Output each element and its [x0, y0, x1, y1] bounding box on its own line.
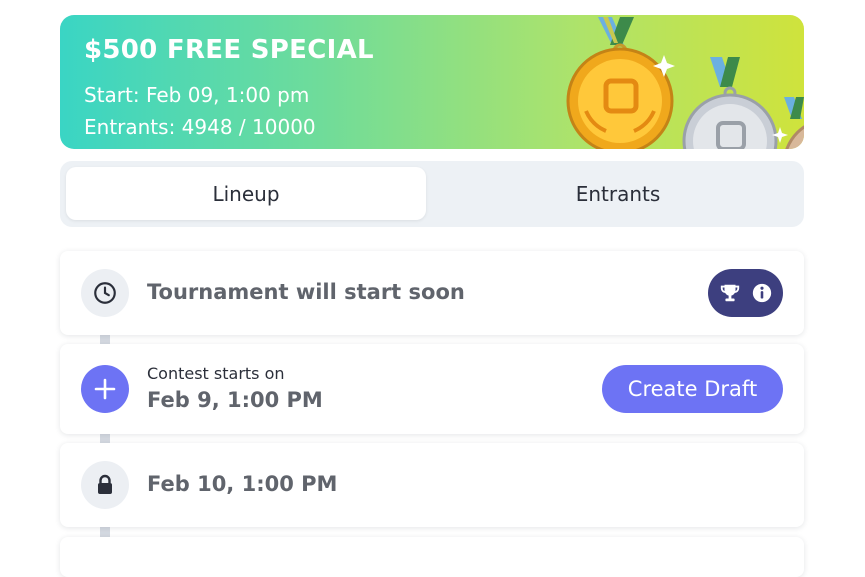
contest-start-label: Contest starts on — [147, 364, 285, 383]
contest-start-date: Feb 9, 1:00 PM — [147, 388, 323, 412]
status-card: Tournament will start soon — [60, 251, 804, 335]
trophy-icon — [720, 284, 739, 302]
lock-icon — [81, 461, 129, 509]
tab-bar: Lineup Entrants — [60, 161, 804, 227]
lock-date: Feb 10, 1:00 PM — [147, 472, 338, 496]
banner-title: $500 FREE SPECIAL — [84, 35, 374, 65]
bronze-medal-icon — [784, 97, 804, 149]
plus-icon[interactable] — [81, 365, 129, 413]
info-icon — [752, 283, 771, 303]
medals-illustration — [566, 17, 804, 149]
timeline-connector — [100, 527, 110, 537]
banner-start-time: Start: Feb 09, 1:00 pm — [84, 83, 310, 107]
contest-card: Contest starts on Feb 9, 1:00 PM Create … — [60, 344, 804, 434]
timeline-connector — [100, 335, 110, 344]
prize-info-button[interactable] — [708, 269, 783, 317]
status-text: Tournament will start soon — [147, 280, 465, 304]
banner-entrants: Entrants: 4948 / 10000 — [84, 115, 316, 139]
next-card — [60, 537, 804, 577]
lock-card: Feb 10, 1:00 PM — [60, 443, 804, 527]
tournament-banner: $500 FREE SPECIAL Start: Feb 09, 1:00 pm… — [60, 15, 804, 149]
gold-medal-icon — [566, 17, 675, 149]
silver-medal-icon — [682, 57, 788, 149]
tab-lineup[interactable]: Lineup — [66, 167, 426, 220]
timeline-connector — [100, 434, 110, 443]
clock-icon — [81, 269, 129, 317]
create-draft-button[interactable]: Create Draft — [602, 365, 783, 413]
tab-entrants[interactable]: Entrants — [438, 167, 798, 220]
